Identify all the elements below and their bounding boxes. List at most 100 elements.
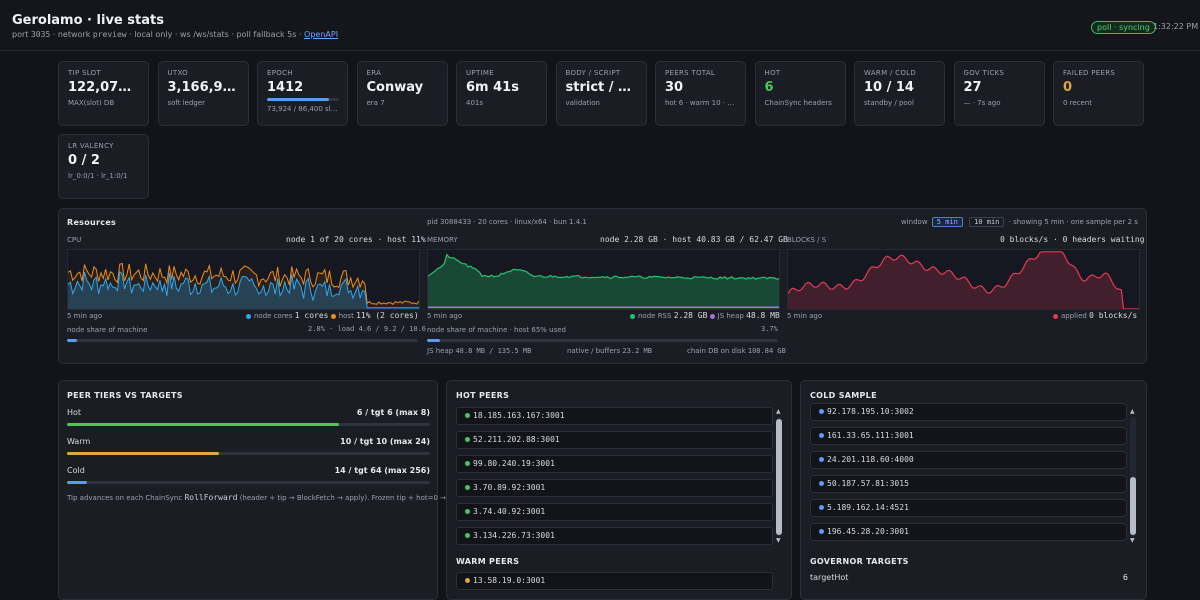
peer-status-dot — [465, 578, 470, 583]
tier-name: Hot — [67, 408, 82, 417]
hot-peers-scrollbar[interactable] — [776, 417, 782, 537]
peer-address: 18.185.163.167:3001 — [473, 411, 565, 420]
tier-bar-hot — [67, 423, 430, 426]
tier-bar-warm — [67, 452, 430, 455]
peer-address: 3.74.40.92:3001 — [473, 507, 546, 516]
blocks-dot — [1053, 313, 1058, 319]
cold-sample-panel: COLD SAMPLE 92.178.195.10:3002 161.33.65.… — [800, 380, 1147, 600]
hot-peer-item[interactable]: 3.74.40.92:3001 — [456, 503, 773, 521]
tier-bar-fill — [67, 423, 340, 426]
stat-card-label: GOV TICKS — [963, 69, 1005, 77]
tier-note-code: RollForward — [184, 493, 238, 502]
tier-name: Cold — [67, 466, 85, 475]
peer-tiers-panel: PEER TIERS VS TARGETS Hot 6 / tgt 6 (max … — [58, 380, 453, 600]
cold-scroll-thumb[interactable] — [1130, 477, 1136, 535]
cpu-summary: node 1 of 20 cores · host 11% — [286, 235, 426, 244]
cold-peer-item[interactable]: 5.189.162.14:4521 — [810, 499, 1127, 517]
hot-peer-item[interactable]: 18.185.163.167:3001 — [456, 407, 773, 425]
network-value: preview — [92, 30, 127, 39]
cold-sample-title: COLD SAMPLE — [810, 391, 877, 400]
stat-card-hint: soft ledger — [167, 99, 206, 107]
peer-status-dot — [465, 413, 470, 418]
window-10min-button[interactable]: 10 min — [969, 217, 1005, 227]
tier-value: 6 / tgt 6 (max 8) — [356, 408, 430, 417]
stat-card: TIP SLOT 122,070,724 MAX(slot) DB — [58, 61, 149, 126]
cold-scroll-up-icon[interactable]: ▲ — [1130, 408, 1135, 415]
stat-card: LR VALENCY 0 / 2 lr_0:0/1 · lr_1:0/1 — [58, 134, 149, 199]
network-label: · network — [52, 30, 91, 39]
peer-address: 3.70.89.92:3001 — [473, 483, 546, 492]
chaindb-label: chain DB on disk — [687, 347, 746, 355]
window-5min-button[interactable]: 5 min — [931, 217, 963, 227]
warm-peer-item[interactable]: 13.58.19.0:3001 — [456, 572, 773, 590]
tier-note-a: Tip advances on each ChainSync — [67, 494, 183, 502]
top-header: Gerolamo · live stats port 3035 · networ… — [0, 0, 1200, 51]
peer-status-dot — [819, 529, 824, 534]
tier-bar-cold — [67, 481, 430, 484]
js-heap-label: JS heap — [427, 347, 454, 355]
stat-card-label: FAILED PEERS — [1063, 69, 1116, 77]
header-endpoints: · local only · ws /ws/stats · poll fallb… — [129, 30, 302, 39]
hot-peer-item[interactable]: 52.211.202.88:3001 — [456, 431, 773, 449]
peer-tiers-title: PEER TIERS VS TARGETS — [67, 391, 183, 400]
peer-address: 161.33.65.111:3001 — [827, 431, 914, 440]
chaindb-value: 108.84 GB — [747, 347, 786, 355]
native-detail: native / buffers 23.2 MB — [567, 347, 652, 355]
peer-status-dot — [465, 461, 470, 466]
blocks-label: BLOCKS / S — [787, 236, 827, 244]
stat-card-value: 30 — [665, 80, 684, 95]
tier-value: 10 / tgt 10 (max 24) — [340, 437, 430, 446]
hot-scroll-up-icon[interactable]: ▲ — [776, 408, 781, 415]
cold-scroll-down-icon[interactable]: ▼ — [1130, 537, 1135, 544]
hot-peers-title: HOT PEERS — [456, 391, 510, 400]
stat-card-label: TIP SLOT — [68, 69, 102, 77]
openapi-link[interactable]: OpenAPI — [304, 30, 338, 39]
tier-note: Tip advances on each ChainSync RollForwa… — [67, 493, 453, 502]
stat-card-label: ERA — [366, 69, 382, 77]
peer-address: 13.58.19.0:3001 — [473, 576, 546, 585]
blocks-legend-value: 0 blocks/s — [1089, 311, 1138, 320]
memory-share-value: 3.7% — [761, 325, 778, 333]
peer-address: 52.211.202.88:3001 — [473, 435, 560, 444]
blocks-ago: 5 min ago — [787, 312, 823, 320]
cold-peer-item[interactable]: 92.178.195.10:3002 — [810, 403, 1127, 421]
blocks-legend: applied 0 blocks/s — [1053, 311, 1137, 320]
stat-card-hint: hot 6 · warm 10 · col... — [665, 99, 736, 107]
tier-row-cold: Cold 14 / tgt 64 (max 256) — [67, 466, 430, 475]
clock: 1:32:22 PM — [1153, 22, 1199, 31]
hot-scroll-thumb[interactable] — [776, 419, 782, 535]
cold-scrollbar[interactable] — [1130, 417, 1136, 537]
peer-status-dot — [819, 505, 824, 510]
hot-peer-item[interactable]: 3.134.226.73:3001 — [456, 527, 773, 545]
port-value: 3035 — [30, 30, 51, 39]
warm-peers-title: WARM PEERS — [456, 557, 520, 566]
tier-note-b: (header + tip → BlockFetch → apply). Fro… — [239, 494, 453, 502]
peer-address: 99.80.240.19:3001 — [473, 459, 555, 468]
cpu-node-legend: node cores — [254, 312, 293, 320]
peer-address: 196.45.28.20:3001 — [827, 527, 909, 536]
mem-heap-legend: JS heap — [717, 312, 744, 320]
mem-rss-legend: node RSS — [638, 312, 672, 320]
cold-peer-item[interactable]: 24.201.118.60:4000 — [810, 451, 1127, 469]
cold-peer-item[interactable]: 50.187.57.81:3015 — [810, 475, 1127, 493]
hot-peer-item[interactable]: 3.70.89.92:3001 — [456, 479, 773, 497]
cpu-host-dot — [330, 313, 336, 319]
cold-peer-item[interactable]: 196.45.28.20:3001 — [810, 523, 1127, 541]
mem-rss-legend-value: 2.28 GB — [673, 311, 708, 320]
header-subtitle: port 3035 · network preview · local only… — [12, 30, 338, 39]
stat-card-label: PEERS TOTAL — [665, 69, 716, 77]
stat-card-hint: — · 7s ago — [963, 99, 1001, 107]
stat-card-value: Conway — [366, 80, 424, 95]
peer-status-dot — [465, 485, 470, 490]
peer-status-dot — [819, 433, 824, 438]
hot-peer-item[interactable]: 99.80.240.19:3001 — [456, 455, 773, 473]
stat-card-value: 0 / 2 — [68, 153, 100, 168]
stat-card: EPOCH 1412 73,924 / 86,400 slots ... — [257, 61, 348, 126]
stat-card-hint: 73,924 / 86,400 slots ... — [267, 105, 338, 113]
cold-peer-item[interactable]: 161.33.65.111:3001 — [810, 427, 1127, 445]
hot-scroll-down-icon[interactable]: ▼ — [776, 537, 781, 544]
stat-card-label: UTXO — [167, 69, 188, 77]
window-note: · showing 5 min · one sample per 2 s — [1008, 218, 1138, 226]
cpu-share-fill — [67, 339, 77, 342]
stat-card: WARM / COLD 10 / 14 standby / pool — [854, 61, 945, 126]
